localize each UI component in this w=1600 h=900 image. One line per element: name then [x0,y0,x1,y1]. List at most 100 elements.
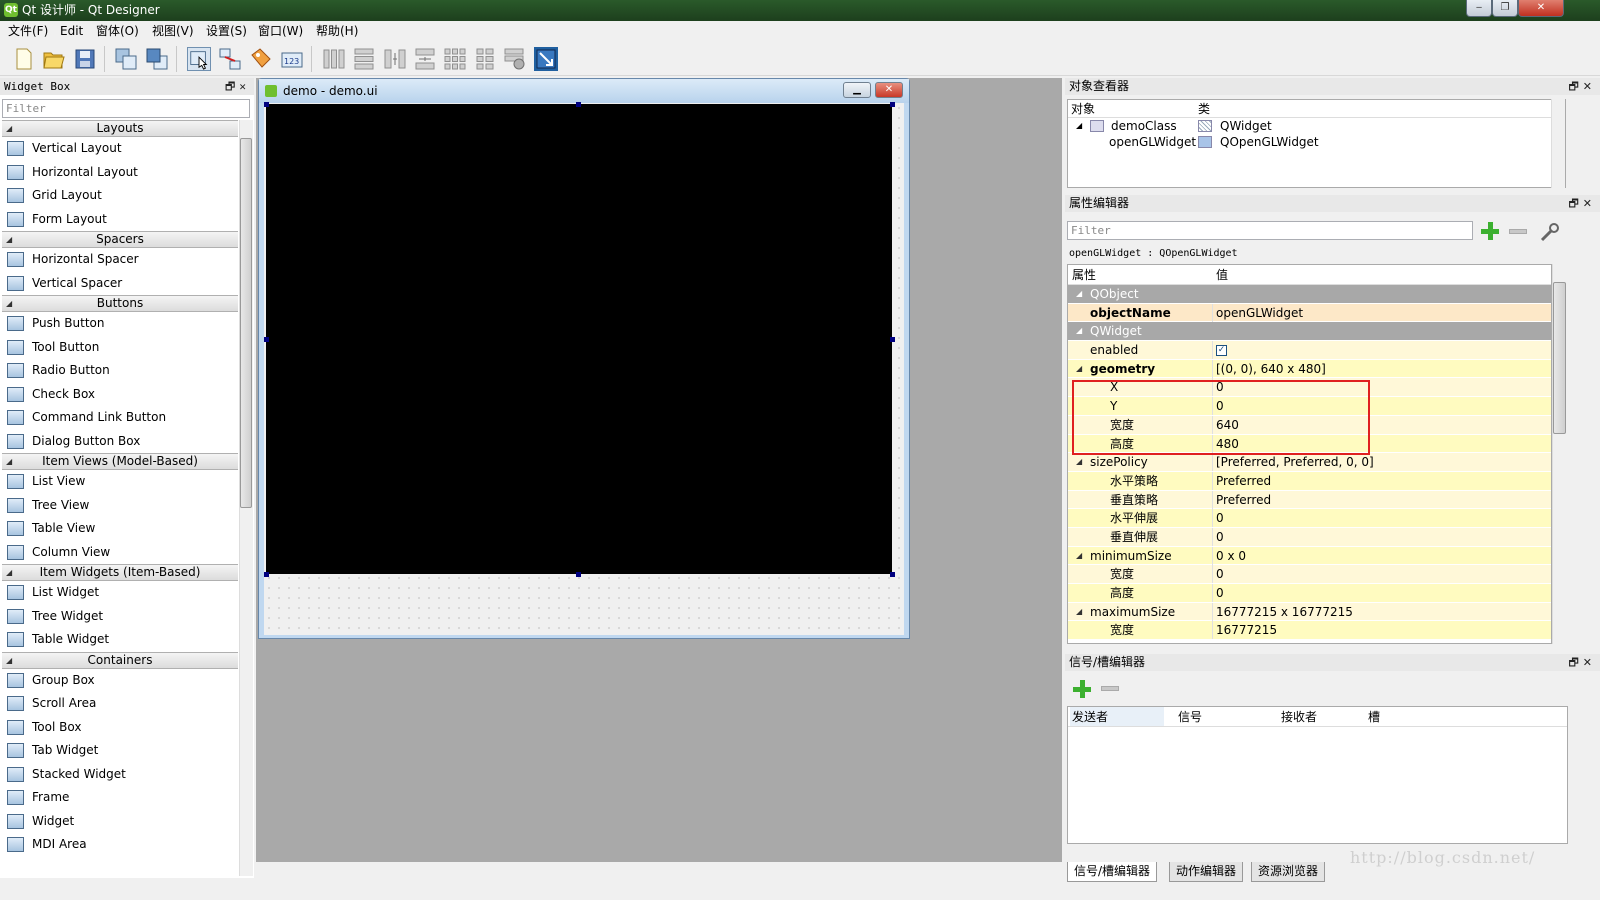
property-value[interactable]: 0 [1216,528,1224,546]
widget-item[interactable]: Horizontal Spacer [2,248,238,272]
resize-handle[interactable] [264,572,269,577]
menu-window[interactable]: 窗口(W) [256,23,305,40]
property-value[interactable]: [Preferred, Preferred, 0, 0] [1216,453,1374,471]
property-row[interactable]: 垂直策略 Preferred [1068,490,1551,510]
widget-item[interactable]: Command Link Button [2,406,238,430]
object-row-democlass[interactable]: ◢ demoClass QWidget [1068,118,1565,134]
new-file-icon[interactable] [12,47,36,71]
collapse-arrow-icon[interactable]: ◢ [6,653,12,668]
widget-item[interactable]: Dialog Button Box [2,430,238,454]
widget-box-scroll-thumb[interactable] [240,138,252,508]
col-class-header[interactable]: 类 [1198,100,1210,118]
widget-item[interactable]: Scroll Area [2,692,238,716]
col-slot-header[interactable]: 槽 [1368,707,1380,727]
property-row[interactable]: 宽度 0 [1068,565,1551,584]
property-row[interactable]: 垂直伸展 0 [1068,527,1551,547]
edit-signals-slots-icon[interactable] [218,47,242,71]
maximize-button[interactable]: ❐ [1492,0,1518,17]
collapse-arrow-icon[interactable]: ◢ [6,565,12,580]
resize-handle[interactable] [890,572,895,577]
tab-resource-browser[interactable]: 资源浏览器 [1251,862,1326,882]
property-row[interactable]: objectName openGLWidget [1068,303,1551,323]
property-row[interactable]: ◢ minimumSize 0 x 0 [1068,546,1551,566]
remove-property-icon[interactable] [1509,229,1527,234]
widget-item[interactable]: Vertical Spacer [2,272,238,296]
property-value[interactable]: 0 [1216,584,1224,602]
layout-horizontal-icon[interactable] [322,47,346,71]
col-receiver-header[interactable]: 接收者 [1281,707,1317,727]
property-row[interactable]: 水平策略 Preferred [1068,471,1551,491]
widget-item[interactable]: MDI Area [2,833,238,857]
property-filter-input[interactable]: Filter [1067,221,1473,240]
property-row[interactable]: enabled ✓ [1068,341,1551,360]
widget-item[interactable]: Tab Widget [2,739,238,763]
property-value[interactable]: Preferred [1216,472,1271,490]
expand-arrow-icon[interactable]: ◢ [1076,360,1082,378]
form-close-button[interactable]: ✕ [875,82,903,98]
form-title-bar[interactable]: demo - demo.ui ▁ ✕ [259,79,909,103]
collapse-arrow-icon[interactable]: ◢ [6,121,12,136]
widget-item[interactable]: Tree Widget [2,605,238,629]
minimize-button[interactable]: ‒ [1466,0,1492,17]
menu-settings[interactable]: 设置(S) [204,23,249,40]
category-header[interactable]: ◢ Layouts [2,120,238,137]
property-value[interactable]: [(0, 0), 640 x 480] [1216,360,1326,378]
property-value[interactable]: 0 [1216,565,1224,583]
property-value[interactable]: 0 x 0 [1216,547,1246,565]
collapse-arrow-icon[interactable]: ◢ [6,296,12,311]
dock-float-close-icon[interactable]: 🗗✕ [1568,654,1596,671]
category-header[interactable]: ◢ Buttons [2,295,238,312]
property-value[interactable]: 16777215 x 16777215 [1216,603,1353,621]
property-row[interactable]: ◢ geometry [(0, 0), 640 x 480] [1068,359,1551,379]
form-canvas[interactable] [264,102,904,635]
property-group-row[interactable]: ◢ QObject [1068,285,1551,304]
enabled-checkbox[interactable]: ✓ [1216,345,1227,357]
property-value[interactable]: 0 [1216,509,1224,527]
property-value[interactable]: 16777215 [1216,621,1277,639]
col-value-header[interactable]: 值 [1216,265,1228,285]
close-button[interactable]: ✕ [1518,0,1564,17]
widget-item[interactable]: Radio Button [2,359,238,383]
form-window[interactable]: demo - demo.ui ▁ ✕ [258,78,910,639]
widget-item[interactable]: List View [2,470,238,494]
widget-item[interactable]: Group Box [2,669,238,693]
tab-action-editor[interactable]: 动作编辑器 [1169,862,1244,882]
resize-handle[interactable] [264,102,269,107]
widget-item[interactable]: Tool Box [2,716,238,740]
menu-edit[interactable]: Edit [58,23,85,40]
col-signal-header[interactable]: 信号 [1178,707,1202,727]
collapse-arrow-icon[interactable]: ◢ [6,232,12,247]
category-header[interactable]: ◢ Containers [2,651,238,669]
opengl-widget[interactable] [266,104,892,574]
layout-form-icon[interactable] [473,47,497,71]
expand-arrow-icon[interactable]: ◢ [1076,285,1082,303]
property-row[interactable]: 水平伸展 0 [1068,509,1551,528]
col-property-header[interactable]: 属性 [1072,265,1096,285]
expand-arrow-icon[interactable]: ◢ [1076,322,1082,340]
widget-item[interactable]: Table View [2,517,238,541]
property-value[interactable]: Preferred [1216,491,1271,509]
menu-file[interactable]: 文件(F) [6,23,50,40]
expand-arrow-icon[interactable]: ◢ [1076,603,1082,621]
edit-tab-order-icon[interactable]: 123 [280,47,304,71]
expand-arrow-icon[interactable]: ◢ [1076,118,1082,134]
category-header[interactable]: ◢ Item Views (Model-Based) [2,453,238,470]
widget-item[interactable]: Tool Button [2,336,238,360]
layout-grid-icon[interactable] [443,47,467,71]
menu-form[interactable]: 窗体(O) [94,23,141,40]
property-value[interactable]: openGLWidget [1216,304,1303,322]
menu-help[interactable]: 帮助(H) [314,23,360,40]
widget-item[interactable]: Tree View [2,494,238,518]
adjust-size-icon[interactable] [534,47,558,71]
col-object-header[interactable]: 对象 [1071,100,1095,118]
remove-connection-icon[interactable] [1101,686,1119,691]
widget-item[interactable]: Push Button [2,312,238,336]
resize-handle[interactable] [576,102,581,107]
resize-handle[interactable] [264,337,269,342]
edit-buddies-icon[interactable] [249,47,273,71]
resize-handle[interactable] [576,572,581,577]
property-group-row[interactable]: ◢ QWidget [1068,322,1551,342]
category-header[interactable]: ◢ Spacers [2,231,238,248]
widget-item[interactable]: Vertical Layout [2,137,238,161]
layout-v-splitter-icon[interactable] [413,47,437,71]
